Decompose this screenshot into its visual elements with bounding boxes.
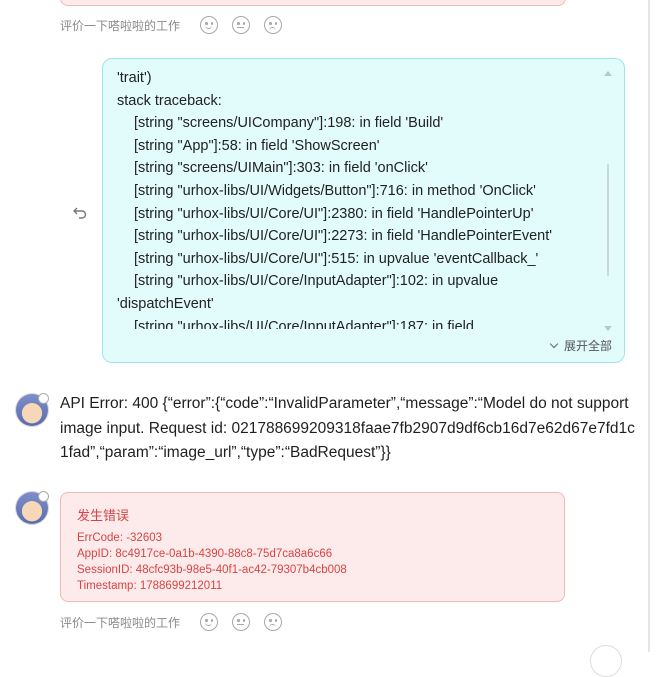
scroll-to-bottom-button[interactable] [590, 645, 622, 677]
code-content: 'trait') stack traceback: [string "scree… [117, 67, 598, 329]
assistant-message-text: API Error: 400 {“error”:{“code”:“Invalid… [60, 395, 635, 461]
code-line: 'trait') [117, 70, 152, 86]
error-timestamp: Timestamp: 1788699212011 [77, 580, 223, 592]
rating-row: 评价一下嗒啦啦的工作 [60, 16, 284, 34]
avatar-badge-icon [38, 491, 49, 502]
code-line: [string "urhox-libs/UI/Core/InputAdapter… [134, 273, 499, 290]
expand-all-button[interactable]: 展开全部 [549, 337, 612, 354]
error-code: ErrCode: -32603 [77, 532, 163, 544]
user-message-code-bubble: 'trait') stack traceback: [string "scree… [102, 58, 625, 363]
error-title: 发生错误 [77, 508, 130, 523]
avatar-badge-icon [38, 393, 49, 404]
code-line: [string "urhox-libs/UI/Core/InputAdapter… [134, 318, 474, 329]
code-line: [string "App"]:58: in field 'ShowScreen' [134, 137, 380, 154]
face-happy-icon[interactable] [200, 613, 219, 631]
face-sad-icon[interactable] [264, 16, 283, 34]
face-neutral-icon[interactable] [232, 16, 251, 34]
expand-all-label: 展开全部 [563, 339, 612, 353]
code-line: [string "urhox-libs/UI/Core/UI"]:515: in… [134, 250, 539, 267]
scroll-down-arrow-icon[interactable] [604, 326, 612, 331]
chevron-down-icon [549, 339, 559, 349]
code-line: [string "urhox-libs/UI/Core/UI"]:2273: i… [134, 228, 553, 245]
scroll-thumb[interactable] [607, 164, 609, 276]
code-line: 'dispatchEvent' [117, 295, 214, 312]
code-line: [string "screens/UICompany"]:198: in fie… [134, 115, 444, 132]
rating-prompt: 评价一下嗒啦啦的工作 [60, 615, 181, 630]
error-session-id: SessionID: 48cfc93b-98e5-40f1-ac42-79307… [77, 564, 347, 576]
code-line: [string "urhox-libs/UI/Core/UI"]:2380: i… [134, 205, 534, 222]
window-edge-divider [648, 0, 650, 652]
code-line: [string "screens/UIMain"]:303: in field … [134, 160, 428, 177]
error-box: 发生错误 ErrCode: -32603 AppID: 8c4917ce-0a1… [60, 492, 565, 602]
face-sad-icon[interactable] [264, 613, 283, 631]
code-scrollbar[interactable] [604, 69, 612, 331]
code-line: stack traceback: [117, 92, 222, 109]
scroll-up-arrow-icon[interactable] [604, 71, 612, 76]
rating-row: 评价一下嗒啦啦的工作 [60, 613, 284, 631]
face-neutral-icon[interactable] [232, 613, 251, 631]
code-line: [string "urhox-libs/UI/Widgets/Button"]:… [134, 182, 536, 199]
face-happy-icon[interactable] [200, 16, 219, 34]
rating-prompt: 评价一下嗒啦啦的工作 [60, 18, 181, 33]
previous-error-box [60, 0, 566, 6]
undo-icon[interactable] [72, 204, 88, 220]
error-app-id: AppID: 8c4917ce-0a1b-4390-88c8-75d7ca8a6… [77, 548, 333, 560]
